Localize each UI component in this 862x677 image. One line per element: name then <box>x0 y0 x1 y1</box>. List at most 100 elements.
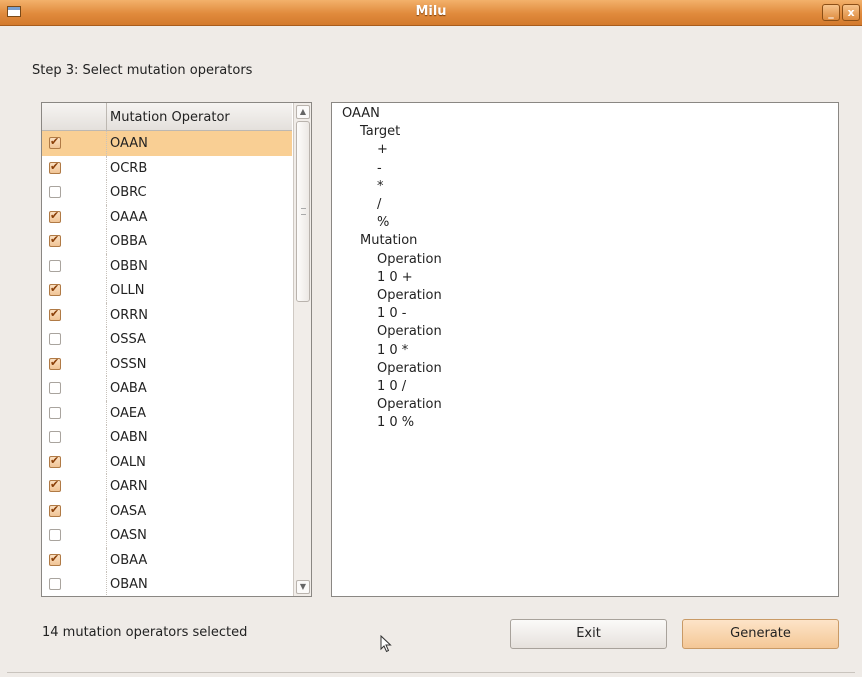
step-label: Step 3: Select mutation operators <box>32 63 253 78</box>
table-row[interactable]: OBBN <box>42 253 292 278</box>
scroll-down-arrow-icon[interactable]: ▼ <box>296 580 310 594</box>
operator-name: OARN <box>110 479 148 494</box>
scroll-thumb[interactable] <box>296 121 310 302</box>
column-separator <box>106 229 107 254</box>
operator-name: OABA <box>110 381 147 396</box>
column-separator <box>106 253 107 278</box>
operator-checkbox[interactable] <box>49 406 61 419</box>
tree-node[interactable]: * <box>377 179 384 194</box>
operator-scrollbar[interactable]: ▲ ▼ <box>293 103 311 596</box>
operator-checkbox[interactable] <box>49 382 61 394</box>
operator-name: OAAA <box>110 209 148 225</box>
table-row[interactable]: OASN <box>42 523 292 548</box>
window-title: Milu <box>415 4 447 19</box>
column-separator <box>106 498 107 523</box>
tree-node[interactable]: Operation <box>377 361 442 376</box>
tree-node[interactable]: Operation <box>377 324 442 339</box>
operator-checkbox[interactable] <box>49 259 61 272</box>
tree-node[interactable]: + <box>377 142 388 157</box>
operator-name: OBRC <box>110 185 147 200</box>
operator-checkbox[interactable] <box>49 160 61 174</box>
tree-node[interactable]: Target <box>360 124 400 139</box>
tree-node[interactable]: / <box>377 197 381 212</box>
minimize-button[interactable]: _ <box>822 4 840 21</box>
tree-node[interactable]: OAAN <box>342 106 380 121</box>
operator-name: OBAN <box>110 577 148 592</box>
operator-name: OSSN <box>110 356 147 372</box>
operator-checkbox[interactable] <box>49 503 61 517</box>
column-separator <box>106 278 107 303</box>
column-separator <box>106 155 107 180</box>
operator-name: OASN <box>110 528 147 543</box>
table-row[interactable]: OBAA <box>42 547 292 572</box>
operator-checkbox[interactable] <box>49 356 61 370</box>
table-row[interactable]: OBBA <box>42 229 292 254</box>
generate-button[interactable]: Generate <box>682 619 839 649</box>
mouse-pointer-icon <box>380 635 392 653</box>
table-row[interactable]: OASA <box>42 498 292 523</box>
operator-checkbox[interactable] <box>49 552 61 566</box>
tree-node[interactable]: 1 0 * <box>377 343 408 358</box>
table-row[interactable]: OBRC <box>42 180 292 205</box>
table-row[interactable]: OLLN <box>42 278 292 303</box>
scroll-up-arrow-icon[interactable]: ▲ <box>296 105 310 119</box>
table-row[interactable]: OABN <box>42 425 292 450</box>
tree-node[interactable]: 1 0 % <box>377 415 414 430</box>
column-separator <box>106 327 107 352</box>
tree-node[interactable]: Mutation <box>360 233 417 248</box>
tree-node[interactable]: - <box>377 161 382 176</box>
operator-checkbox[interactable] <box>49 282 61 296</box>
table-row[interactable]: OSSA <box>42 327 292 352</box>
title-bar: Milu _ x <box>0 0 862 26</box>
operator-name: OAEA <box>110 405 147 421</box>
operator-checkbox[interactable] <box>49 307 61 321</box>
column-separator <box>106 376 107 401</box>
column-separator <box>106 302 107 327</box>
operator-checkbox[interactable] <box>49 333 61 345</box>
tree-node[interactable]: Operation <box>377 397 442 412</box>
tree-node[interactable]: Operation <box>377 288 442 303</box>
table-header: Mutation Operator <box>42 103 292 131</box>
operator-checkbox[interactable] <box>49 431 61 443</box>
tree-node[interactable]: % <box>377 215 389 230</box>
tree-node[interactable]: 1 0 - <box>377 306 407 321</box>
column-separator <box>106 180 107 205</box>
operator-name: OBBN <box>110 258 148 274</box>
tree-node[interactable]: 1 0 / <box>377 379 406 394</box>
operator-checkbox[interactable] <box>49 209 61 223</box>
exit-button[interactable]: Exit <box>510 619 667 649</box>
table-row[interactable]: OAAA <box>42 204 292 229</box>
tree-node[interactable]: 1 0 + <box>377 270 413 285</box>
table-row[interactable]: OAAN <box>42 131 292 156</box>
operator-checkbox[interactable] <box>49 529 61 541</box>
table-row[interactable]: OALN <box>42 449 292 474</box>
close-button[interactable]: x <box>842 4 860 21</box>
table-row[interactable]: OSSN <box>42 351 292 376</box>
column-separator <box>106 425 107 450</box>
operator-checkbox[interactable] <box>49 135 61 149</box>
column-separator <box>106 131 107 156</box>
operator-checkbox[interactable] <box>49 478 61 492</box>
operator-name: OALN <box>110 454 146 470</box>
table-row[interactable]: OABA <box>42 376 292 401</box>
operator-detail-tree[interactable]: OAAN Target + - * /% Mutation Operation 1 0 + Ope… <box>331 102 839 597</box>
table-row[interactable]: OCRB <box>42 155 292 180</box>
operator-checkbox[interactable] <box>49 233 61 247</box>
column-separator <box>106 400 107 425</box>
operator-checkbox[interactable] <box>49 186 61 198</box>
selection-status: 14 mutation operators selected <box>42 625 248 640</box>
column-separator <box>106 204 107 229</box>
operator-name: OLLN <box>110 283 145 298</box>
checkbox-column-header[interactable] <box>42 103 107 130</box>
tree-node[interactable]: Operation <box>377 252 442 267</box>
table-row[interactable]: ORRN <box>42 302 292 327</box>
operator-checkbox[interactable] <box>49 578 61 590</box>
table-row[interactable]: OBAN <box>42 572 292 596</box>
table-row[interactable]: OAEA <box>42 400 292 425</box>
table-row[interactable]: OARN <box>42 474 292 499</box>
window-bottom-edge <box>7 672 855 673</box>
mutation-operator-column-header[interactable]: Mutation Operator <box>110 110 230 125</box>
operator-name: OAAN <box>110 136 148 151</box>
operator-checkbox[interactable] <box>49 454 61 468</box>
operator-name: OASA <box>110 503 147 519</box>
